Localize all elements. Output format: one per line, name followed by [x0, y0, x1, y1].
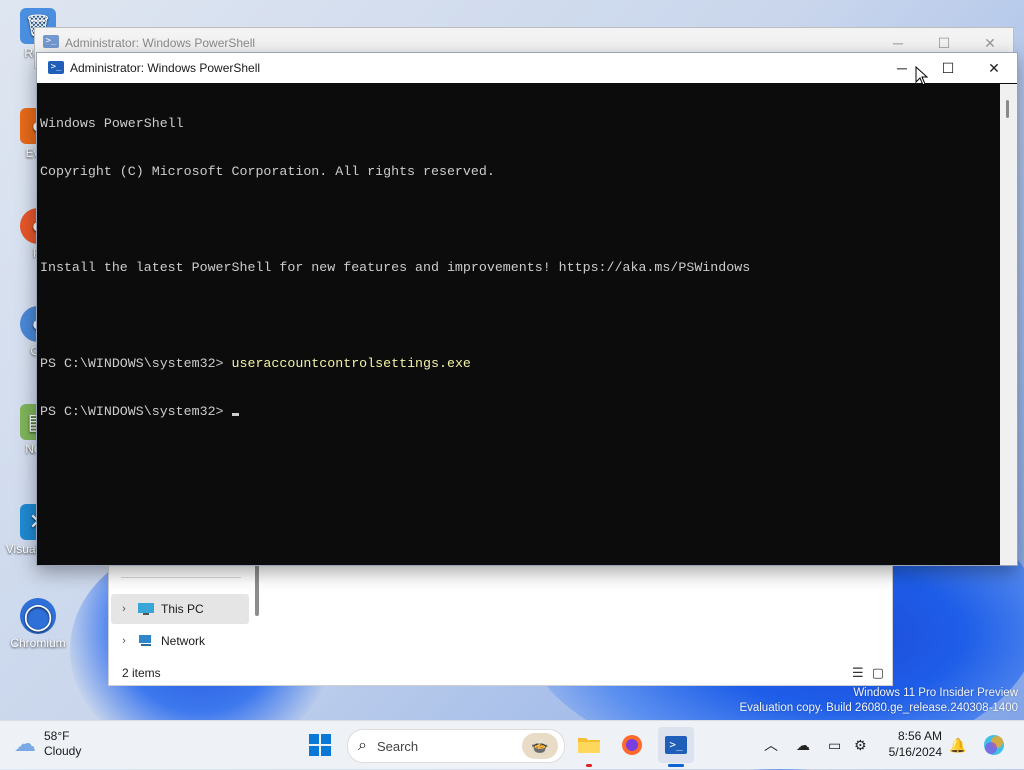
network-tray-icon[interactable]: ⚙	[854, 721, 867, 769]
console-output[interactable]: Windows PowerShell Copyright (C) Microso…	[40, 84, 999, 565]
powershell-icon: >_	[43, 35, 59, 48]
powershell-icon: >_	[665, 736, 687, 754]
folder-icon	[578, 738, 600, 753]
console-line: PS C:\WINDOWS\system32> useraccountcontr…	[40, 356, 999, 372]
prompt: PS C:\WINDOWS\system32>	[40, 356, 232, 371]
window-title: Administrator: Windows PowerShell	[70, 61, 261, 75]
notification-dot	[586, 764, 592, 767]
prompt: PS C:\WINDOWS\system32>	[40, 404, 232, 419]
weather-temperature: 58°F	[44, 729, 70, 743]
file-explorer-window: › This PC › Network 2 items ☰ ▢	[108, 563, 893, 686]
active-indicator	[668, 764, 684, 767]
powershell-window[interactable]: >_ Administrator: Windows PowerShell ─ ☐…	[36, 52, 1018, 566]
maximize-button[interactable]: ☐	[925, 53, 971, 83]
start-button[interactable]	[302, 727, 338, 763]
view-toggle-group: ☰ ▢	[852, 665, 884, 681]
monitor-icon	[138, 603, 154, 615]
copilot-button[interactable]	[982, 721, 1006, 769]
network-icon	[139, 635, 151, 646]
taskbar-search-box[interactable]: ⌕ Search 🍲	[347, 729, 565, 763]
chevron-right-icon[interactable]: ›	[111, 635, 137, 647]
navigation-pane: › This PC › Network	[109, 564, 265, 660]
chevron-right-icon[interactable]: ›	[111, 603, 137, 615]
onedrive-tray-icon[interactable]: ☁	[796, 721, 810, 769]
mouse-pointer-icon	[915, 66, 929, 86]
taskbar-file-explorer[interactable]	[571, 727, 607, 767]
desktop-icon-chromium[interactable]: ◯ Chromium	[4, 598, 72, 650]
status-bar-item-count: 2 items	[122, 666, 161, 680]
cloud-offline-icon: ☁	[796, 736, 810, 753]
console-line: Copyright (C) Microsoft Corporation. All…	[40, 164, 495, 179]
evaluation-watermark: Windows 11 Pro Insider Preview Evaluatio…	[739, 686, 1018, 716]
monitor-icon: ▭	[828, 736, 842, 753]
vertical-scrollbar[interactable]	[1000, 84, 1017, 565]
search-icon: ⌕	[358, 737, 367, 754]
show-hidden-icons-button[interactable]: ︿	[764, 721, 778, 769]
nav-item-this-pc[interactable]: › This PC	[111, 594, 249, 624]
title-bar[interactable]: >_ Administrator: Windows PowerShell ─ ☐…	[37, 53, 1017, 83]
clock-date: 5/16/2024	[888, 745, 942, 759]
nav-scrollbar[interactable]	[255, 564, 259, 616]
text-cursor	[231, 412, 239, 416]
windows-logo-icon	[309, 734, 331, 756]
nav-divider	[121, 577, 241, 578]
details-view-icon[interactable]: ☰	[852, 665, 864, 681]
watermark-line: Windows 11 Pro Insider Preview	[853, 687, 1018, 699]
display-tray-icon[interactable]: ▭	[828, 721, 841, 769]
console-line: Windows PowerShell	[40, 116, 184, 131]
console-input-line[interactable]: PS C:\WINDOWS\system32>	[40, 404, 999, 420]
notifications-button[interactable]: 🔔	[949, 721, 966, 769]
weather-widget[interactable]: ☁ 58°F Cloudy	[14, 729, 81, 759]
taskbar-powershell[interactable]: >_	[658, 727, 694, 767]
search-label: Search	[376, 738, 419, 754]
taskbar: ☁ 58°F Cloudy ⌕ Search 🍲 >_ ︿ ☁ ▭ ⚙ 8:56…	[0, 720, 1024, 769]
scrollbar-thumb[interactable]	[1006, 100, 1009, 118]
console-line: Install the latest PowerShell for new fe…	[40, 260, 751, 275]
taskbar-firefox[interactable]	[614, 727, 650, 763]
copilot-icon	[984, 735, 1004, 755]
firefox-icon	[622, 735, 642, 755]
nav-item-network[interactable]: › Network	[111, 626, 249, 656]
close-button[interactable]: ✕	[971, 53, 1017, 83]
nav-item-label: This PC	[161, 602, 204, 616]
window-title: Administrator: Windows PowerShell	[65, 36, 256, 50]
chromium-icon: ◯	[20, 598, 56, 634]
clock-time: 8:56 AM	[897, 729, 942, 743]
network-icon: ⚙	[854, 736, 867, 753]
powershell-icon: >_	[48, 61, 64, 74]
nav-item-label: Network	[161, 634, 206, 648]
chevron-up-icon: ︿	[764, 737, 778, 753]
cloud-icon: ☁	[14, 731, 36, 756]
taskbar-clock[interactable]: 8:56 AM 5/16/2024	[880, 728, 942, 760]
search-highlight-icon: 🍲	[522, 733, 558, 759]
command-text: useraccountcontrolsettings.exe	[231, 356, 471, 371]
tiles-view-icon[interactable]: ▢	[872, 665, 884, 681]
bell-icon: 🔔	[949, 736, 967, 753]
desktop-icon-label: Chromium	[10, 636, 66, 650]
watermark-line: Evaluation copy. Build 26080.ge_release.…	[739, 702, 1018, 714]
weather-condition: Cloudy	[44, 744, 82, 758]
